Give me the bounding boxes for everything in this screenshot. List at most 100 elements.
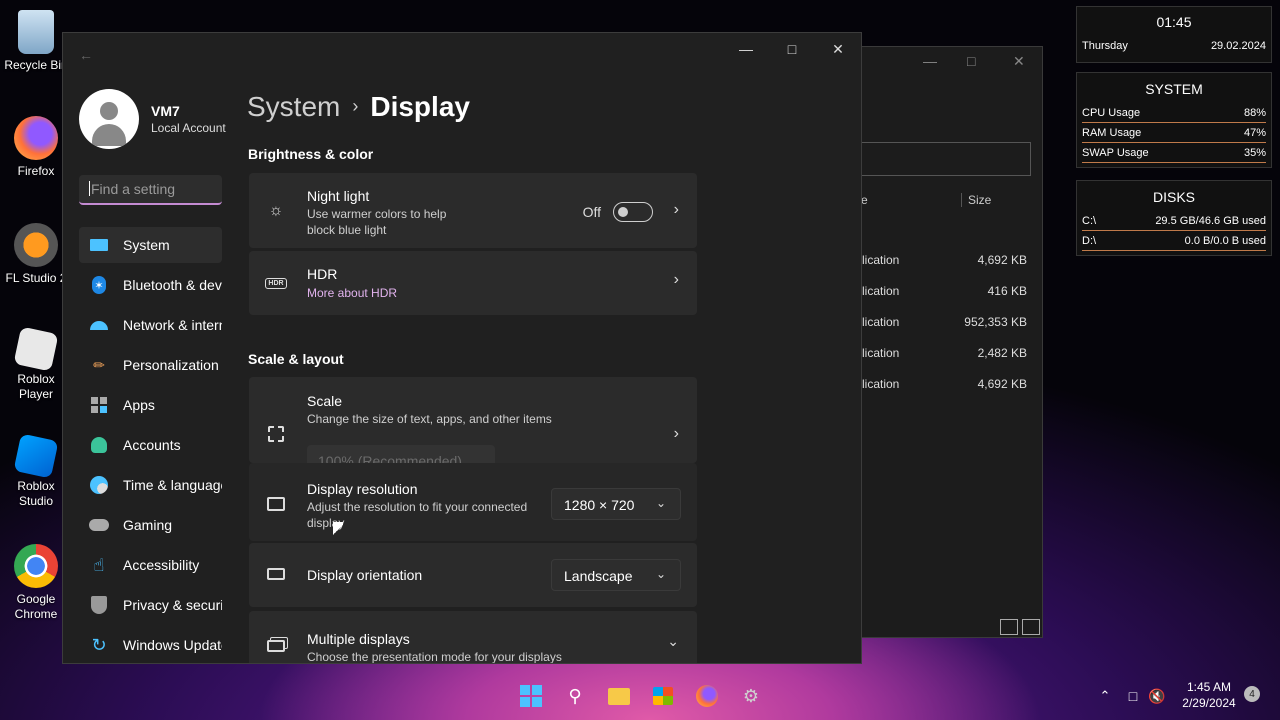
clock-date: 29.02.2024 <box>1210 40 1266 52</box>
file-row[interactable]: lication 4,692 KB <box>861 377 1031 397</box>
system-icon <box>89 236 109 254</box>
roblox-player-icon <box>13 326 59 372</box>
background-explorer-window[interactable]: — □ ✕ e Size lication 4,692 KB lication 41… <box>860 46 1043 638</box>
minimize-icon[interactable]: — <box>923 53 937 69</box>
account-type: Local Account <box>151 121 226 135</box>
breadcrumb: System › Display <box>247 91 470 123</box>
minimize-button[interactable]: — <box>723 33 769 65</box>
file-row[interactable]: lication 952,353 KB <box>861 315 1031 335</box>
volume-muted-icon[interactable]: 🔇 <box>1145 684 1169 708</box>
resolution-icon <box>265 493 287 515</box>
hdr-link[interactable]: More about HDR <box>307 285 397 301</box>
details-view-icon[interactable] <box>1000 619 1018 635</box>
wifi-icon <box>89 316 109 334</box>
sidebar-item-network[interactable]: Network & internet <box>79 307 222 343</box>
sidebar-item-personalization[interactable]: ✏ Personalization <box>79 347 222 383</box>
taskbar-date: 2/29/2024 <box>1182 696 1236 710</box>
settings-window: ← — □ ✕ VM7 Local Account Find a setting… <box>62 32 862 664</box>
clock-time: 01:45 <box>1156 14 1192 30</box>
clock-day: Thursday <box>1082 40 1128 52</box>
file-row[interactable]: lication 4,692 KB <box>861 253 1031 273</box>
chevron-right-icon[interactable]: › <box>674 271 679 289</box>
apps-icon <box>89 396 109 414</box>
orientation-card[interactable]: Display orientation Landscape ⌄ <box>249 543 697 607</box>
roblox-studio-icon <box>13 433 59 479</box>
night-light-state: Off <box>582 204 601 220</box>
swap-usage: SWAP Usage 35% <box>1082 147 1266 163</box>
sidebar-item-gaming[interactable]: Gaming <box>79 507 222 543</box>
brightness-icon: ☼ <box>268 202 284 219</box>
section-scale-layout: Scale & layout <box>248 351 344 367</box>
resolution-dropdown[interactable]: 1280 × 720 ⌄ <box>551 488 681 520</box>
taskbar-clock[interactable]: 1:45 AM 2/29/2024 <box>1176 680 1242 710</box>
disk-d: D:\ 0.0 B/0.0 B used <box>1082 235 1266 251</box>
breadcrumb-separator: › <box>352 96 359 116</box>
column-size-header[interactable]: Size <box>961 193 991 207</box>
resolution-card[interactable]: Display resolution Adjust the resolution… <box>249 463 697 541</box>
avatar <box>79 89 139 149</box>
breadcrumb-parent[interactable]: System <box>247 91 340 122</box>
recycle-bin-icon <box>18 10 54 54</box>
orientation-dropdown[interactable]: Landscape ⌄ <box>551 559 681 591</box>
ram-usage: RAM Usage 47% <box>1082 127 1266 143</box>
brush-icon: ✏ <box>93 356 105 373</box>
file-row[interactable]: lication 2,482 KB <box>861 346 1031 366</box>
update-icon: ↻ <box>91 634 107 655</box>
tiles-view-icon[interactable] <box>1022 619 1040 635</box>
section-brightness-color: Brightness & color <box>248 146 374 162</box>
orientation-icon <box>265 563 287 585</box>
sidebar-item-accessibility[interactable]: ☝ Accessibility <box>79 547 222 583</box>
taskbar-time: 1:45 AM <box>1186 680 1232 694</box>
system-widget-title: SYSTEM <box>1145 81 1203 97</box>
chevron-right-icon[interactable]: › <box>674 201 679 219</box>
chrome-icon <box>14 544 58 588</box>
search-input[interactable]: Find a setting <box>79 175 222 205</box>
sidebar-item-windows-update[interactable]: ↻ Windows Update <box>79 627 222 663</box>
scale-icon <box>265 423 287 445</box>
multiple-displays-card[interactable]: Multiple displays Choose the presentatio… <box>249 611 697 663</box>
night-light-card[interactable]: ☼ Night light Use warmer colors to help … <box>249 173 697 248</box>
gamepad-icon <box>89 516 109 534</box>
notification-badge[interactable]: 4 <box>1244 686 1260 702</box>
night-light-toggle[interactable] <box>613 202 653 222</box>
account-icon <box>89 436 109 454</box>
sidebar-nav: System ✶ Bluetooth & devices Network & i… <box>79 227 222 663</box>
network-icon[interactable]: □ <box>1121 684 1145 708</box>
explorer-address-bar[interactable] <box>861 142 1031 176</box>
file-explorer-icon[interactable] <box>607 684 631 708</box>
user-profile[interactable]: VM7 Local Account <box>79 89 231 149</box>
disks-widget: DISKS C:\ 29.5 GB/46.6 GB used D:\ 0.0 B/0… <box>1076 180 1272 256</box>
multiple-displays-icon <box>265 635 287 657</box>
sidebar-item-bluetooth[interactable]: ✶ Bluetooth & devices <box>79 267 222 303</box>
maximize-button[interactable]: □ <box>769 33 815 65</box>
maximize-icon[interactable]: □ <box>967 53 975 69</box>
close-button[interactable]: ✕ <box>815 33 861 65</box>
shield-icon <box>89 596 109 614</box>
page-title: Display <box>370 91 470 122</box>
store-icon[interactable] <box>651 684 675 708</box>
back-arrow-icon[interactable]: ← <box>79 47 93 63</box>
column-type-header[interactable]: e <box>861 193 868 207</box>
sidebar-item-privacy[interactable]: Privacy & security <box>79 587 222 623</box>
hdr-card[interactable]: HDR HDR More about HDR › <box>249 251 697 315</box>
sidebar-item-system[interactable]: System <box>79 227 222 263</box>
search-icon[interactable]: ⚲ <box>563 684 587 708</box>
firefox-taskbar-icon[interactable] <box>695 684 719 708</box>
chevron-up-icon[interactable]: ⌃ <box>1093 684 1117 708</box>
taskbar <box>0 672 1280 720</box>
chevron-down-icon: ⌄ <box>655 496 666 510</box>
mouse-cursor <box>333 522 343 538</box>
chevron-down-icon[interactable]: ⌄ <box>667 633 679 650</box>
windows-icon <box>520 685 542 707</box>
sidebar-item-time-language[interactable]: Time & language <box>79 467 222 503</box>
sidebar-item-apps[interactable]: Apps <box>79 387 222 423</box>
clock-widget: 01:45 Thursday 29.02.2024 <box>1076 6 1272 63</box>
settings-taskbar-icon[interactable]: ⚙ <box>739 684 763 708</box>
close-icon[interactable]: ✕ <box>1013 53 1025 70</box>
sidebar-item-accounts[interactable]: Accounts <box>79 427 222 463</box>
start-button[interactable] <box>519 684 543 708</box>
system-widget: SYSTEM CPU Usage 88% RAM Usage 47% SWAP Us… <box>1076 72 1272 168</box>
chevron-right-icon[interactable]: › <box>674 425 679 443</box>
scale-card[interactable]: Scale Change the size of text, apps, and… <box>249 377 697 477</box>
file-row[interactable]: lication 416 KB <box>861 284 1031 304</box>
